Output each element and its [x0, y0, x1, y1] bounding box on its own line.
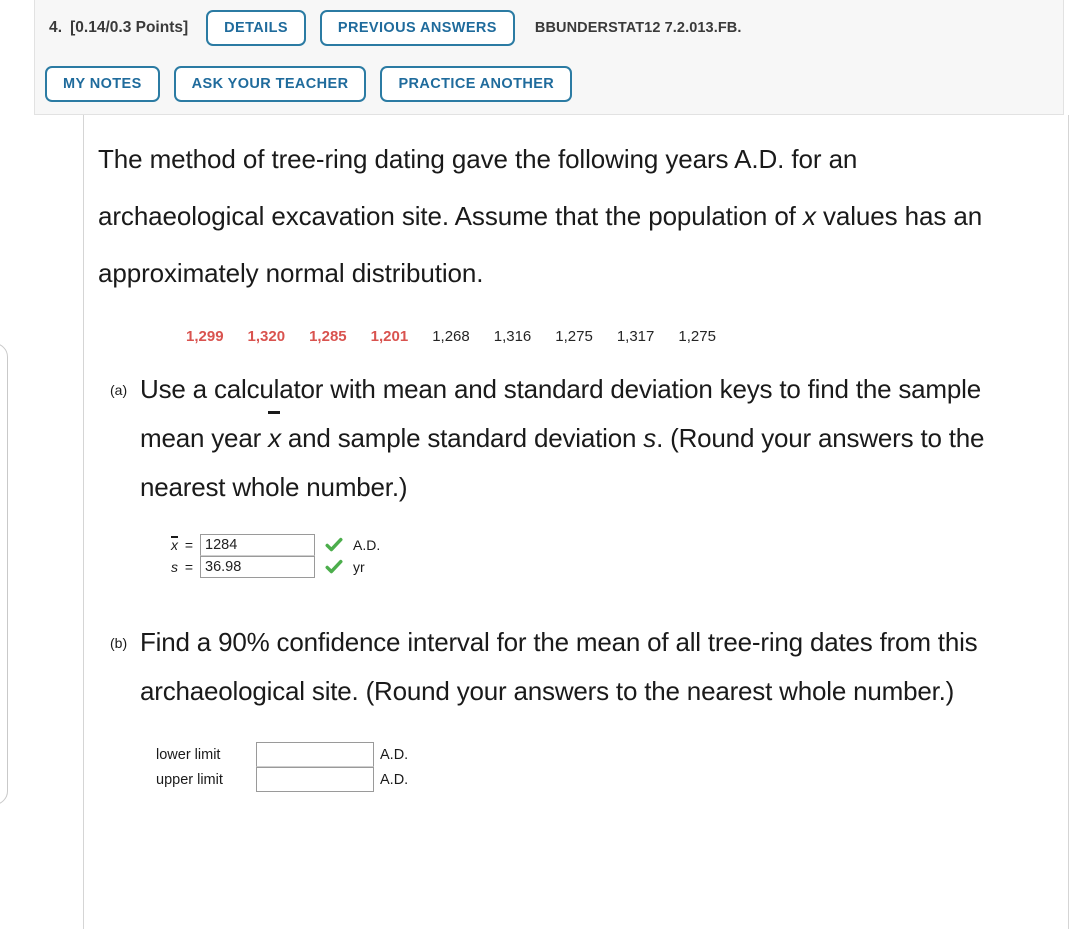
answer-label-s: s	[171, 559, 178, 575]
answer-equals-xbar: =	[184, 537, 194, 553]
previous-answers-button[interactable]: PREVIOUS ANSWERS	[319, 10, 515, 46]
s-symbol: s	[643, 423, 657, 453]
question-header-row-secondary: MY NOTES ASK YOUR TEACHER PRACTICE ANOTH…	[35, 56, 1063, 112]
question-code: BBUNDERSTAT12 7.2.013.FB.	[534, 20, 742, 36]
lower-limit-row: lower limit A.D.	[156, 742, 1068, 767]
question-header-panel: 4. [0.14/0.3 Points] DETAILS PREVIOUS AN…	[34, 0, 1064, 115]
x-bar-symbol: x	[268, 410, 281, 463]
answer-equals-s: =	[184, 559, 194, 575]
answer-label-xbar-glyph: x	[171, 536, 178, 553]
lower-limit-unit: A.D.	[380, 746, 409, 763]
stem-line-3-pre: population of	[648, 201, 803, 231]
left-side-panel-stub	[0, 343, 8, 805]
part-b-answer-block: lower limit A.D. upper limit A.D.	[98, 742, 1068, 792]
part-a-answer-block: x = A.D. s = yr	[98, 534, 1068, 578]
stem-line-4: distribution.	[351, 258, 484, 288]
data-value-0: 1,299	[186, 328, 224, 345]
my-notes-button[interactable]: MY NOTES	[45, 66, 160, 102]
upper-limit-unit: A.D.	[380, 771, 409, 788]
content-right-divider	[1068, 115, 1069, 929]
ask-your-teacher-button[interactable]: ASK YOUR TEACHER	[173, 66, 367, 102]
sample-stddev-input[interactable]	[200, 556, 315, 578]
lower-limit-input[interactable]	[256, 742, 374, 767]
part-b: (b) Find a 90% confidence interval for t…	[98, 618, 1068, 716]
answer-label-xbar: x	[156, 536, 178, 553]
part-b-text: Find a 90% confidence interval for the m…	[140, 627, 978, 706]
details-button[interactable]: DETAILS	[206, 10, 306, 46]
question-number: 4.	[49, 19, 63, 36]
answer-row-s: s = yr	[156, 556, 1068, 578]
green-check-icon-s	[325, 558, 343, 576]
green-check-icon-xbar	[325, 536, 343, 554]
part-a: (a) Use a calculator with mean and stand…	[98, 365, 1068, 512]
data-value-1: 1,320	[247, 328, 286, 345]
sample-stddev-unit: yr	[353, 559, 365, 575]
upper-limit-label: upper limit	[156, 771, 223, 788]
data-value-3: 1,201	[370, 328, 409, 345]
data-value-4: 1,268	[432, 328, 470, 345]
data-value-8: 1,275	[678, 328, 716, 345]
upper-limit-row: upper limit A.D.	[156, 767, 1068, 792]
part-a-text: Use a calculator with mean and standard …	[140, 365, 1024, 512]
data-value-2: 1,285	[309, 328, 347, 345]
question-points: [0.14/0.3 Points]	[70, 19, 189, 36]
data-value-6: 1,275	[555, 328, 593, 345]
lower-limit-label: lower limit	[156, 746, 221, 763]
stem-variable-x: x	[802, 201, 816, 231]
question-body: The method of tree-ring dating gave the …	[84, 115, 1068, 929]
part-b-label: (b)	[110, 635, 128, 651]
sample-mean-unit: A.D.	[353, 537, 381, 553]
practice-another-button[interactable]: PRACTICE ANOTHER	[380, 66, 573, 102]
data-value-5: 1,316	[493, 328, 532, 345]
upper-limit-input[interactable]	[256, 767, 374, 792]
sample-mean-input[interactable]	[200, 534, 315, 556]
part-a-text-2: and sample standard deviation	[280, 423, 644, 453]
question-stem: The method of tree-ring dating gave the …	[98, 131, 1023, 302]
answer-row-xbar: x = A.D.	[156, 534, 1068, 556]
data-value-7: 1,317	[616, 328, 655, 345]
stem-line-1: The method of tree-ring dating gave the …	[98, 144, 785, 174]
data-values-row: 1,299 1,320 1,285 1,201 1,268 1,316 1,275 1,317…	[98, 328, 1068, 345]
question-header-row-primary: 4. [0.14/0.3 Points] DETAILS PREVIOUS AN…	[35, 0, 1063, 56]
part-a-label: (a)	[110, 382, 128, 398]
